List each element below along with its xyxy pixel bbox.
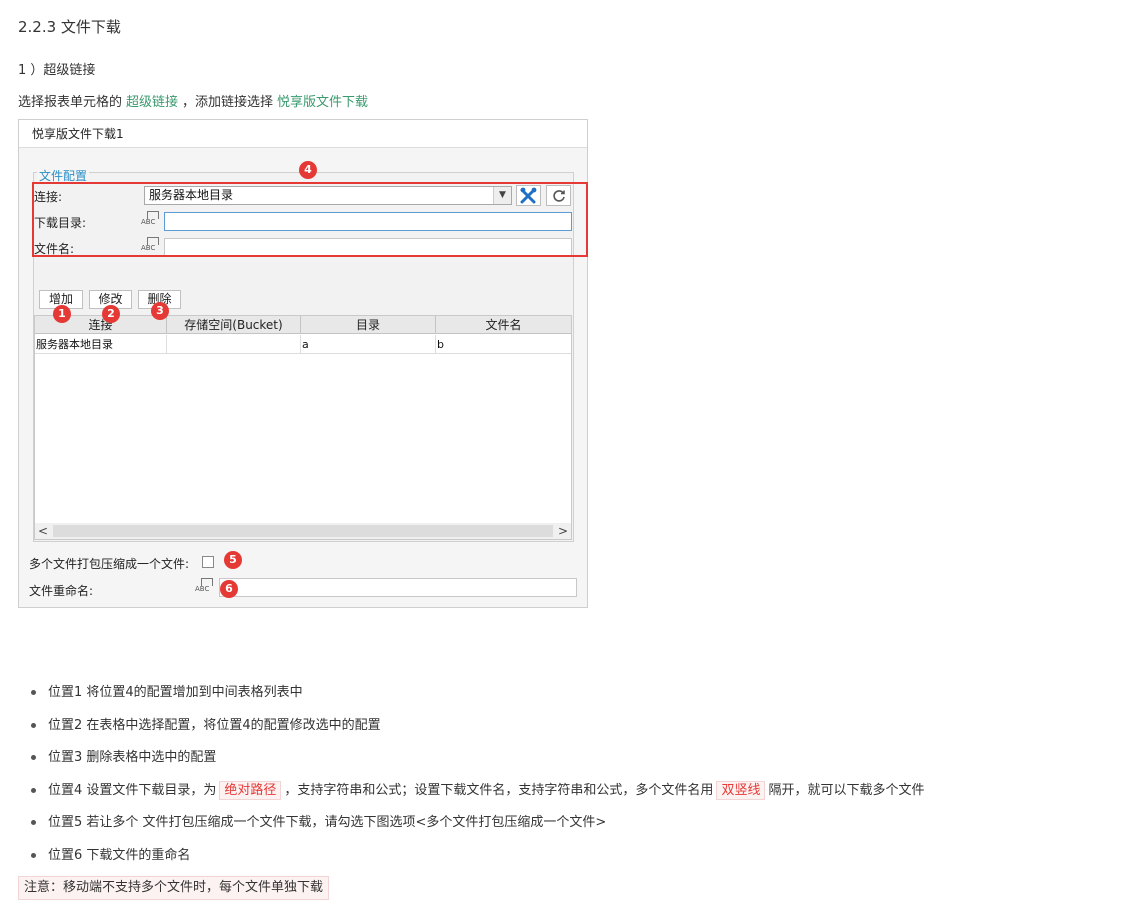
item-text: ，支持字符串和公式；设置下载文件名，支持字符串和公式，多个文件名用 <box>284 782 714 798</box>
list-item: 位置6 下载文件的重命名 <box>30 847 1130 880</box>
column-header[interactable]: 存储空间(Bucket) <box>167 316 301 334</box>
column-header[interactable]: 目录 <box>301 316 436 334</box>
marker-3: 3 <box>151 302 169 320</box>
config-table: 连接 存储空间(Bucket) 目录 文件名 服务器本地目录 a b < > <box>34 315 572 540</box>
item-text: 位置4 设置文件下载目录，为 <box>48 782 217 798</box>
marker-2: 2 <box>102 305 120 323</box>
explanation-list: 位置1 将位置4的配置增加到中间表格列表中 位置2 在表格中选择配置，将位置4的… <box>30 684 1130 879</box>
sub-heading: 1 ）超级链接 <box>18 63 96 78</box>
marker-4: 4 <box>299 161 317 179</box>
formula-icon-label: ABC <box>195 585 210 593</box>
list-item: 位置1 将位置4的配置增加到中间表格列表中 <box>30 684 1130 717</box>
scroll-right-icon[interactable]: > <box>555 523 571 539</box>
scrollbar-track[interactable] <box>53 525 553 537</box>
intro-prefix: 选择报表单元格的 <box>18 95 123 110</box>
item-text: 隔开，就可以下载多个文件 <box>768 782 925 798</box>
highlight-box-4 <box>32 182 588 257</box>
intro-middle: ，添加链接选择 <box>182 95 274 110</box>
column-header[interactable]: 文件名 <box>436 316 571 334</box>
list-item: 位置5 若让多个 文件打包压缩成一个文件下载，请勾选下图选项<多个文件打包压缩成… <box>30 814 1130 847</box>
table-cell: 服务器本地目录 <box>35 335 167 354</box>
table-cell <box>167 335 301 354</box>
list-item: 位置4 设置文件下载目录，为 绝对路径 ，支持字符串和公式；设置下载文件名，支持字符… <box>30 780 1130 815</box>
marker-1: 1 <box>53 305 71 323</box>
marker-5: 5 <box>224 551 242 569</box>
inline-code: 绝对路径 <box>219 780 282 800</box>
dialog-title: 悦享版文件下载1 <box>19 120 587 148</box>
formula-icon[interactable]: ABC <box>195 578 215 596</box>
scroll-left-icon[interactable]: < <box>35 523 51 539</box>
zip-label: 多个文件打包压缩成一个文件: <box>29 557 190 571</box>
hyperlink-term: 超级链接 <box>126 95 179 110</box>
file-download-dialog: 悦享版文件下载1 文件配置 连接: 服务器本地目录 ▼ 下载目录: ABC 文件… <box>18 119 588 608</box>
rename-input[interactable] <box>219 578 577 597</box>
intro-paragraph: 选择报表单元格的 超级链接 ，添加链接选择 悦享版文件下载 <box>18 91 372 110</box>
marker-6: 6 <box>220 580 238 598</box>
note-callout: 注意：移动端不支持多个文件时，每个文件单独下载 <box>18 876 330 900</box>
table-cell: a <box>301 335 436 354</box>
list-item: 位置2 在表格中选择配置，将位置4的配置修改选中的配置 <box>30 717 1130 750</box>
rename-label: 文件重命名: <box>29 584 94 598</box>
section-heading: 2.2.3 文件下载 <box>18 18 121 36</box>
table-cell: b <box>437 338 444 351</box>
zip-checkbox[interactable] <box>202 556 214 568</box>
horizontal-scrollbar[interactable]: < > <box>35 523 571 539</box>
download-term: 悦享版文件下载 <box>277 95 369 110</box>
list-item: 位置3 删除表格中选中的配置 <box>30 749 1130 782</box>
inline-code: 双竖线 <box>716 780 766 800</box>
table-row[interactable]: 服务器本地目录 a b <box>35 335 571 354</box>
